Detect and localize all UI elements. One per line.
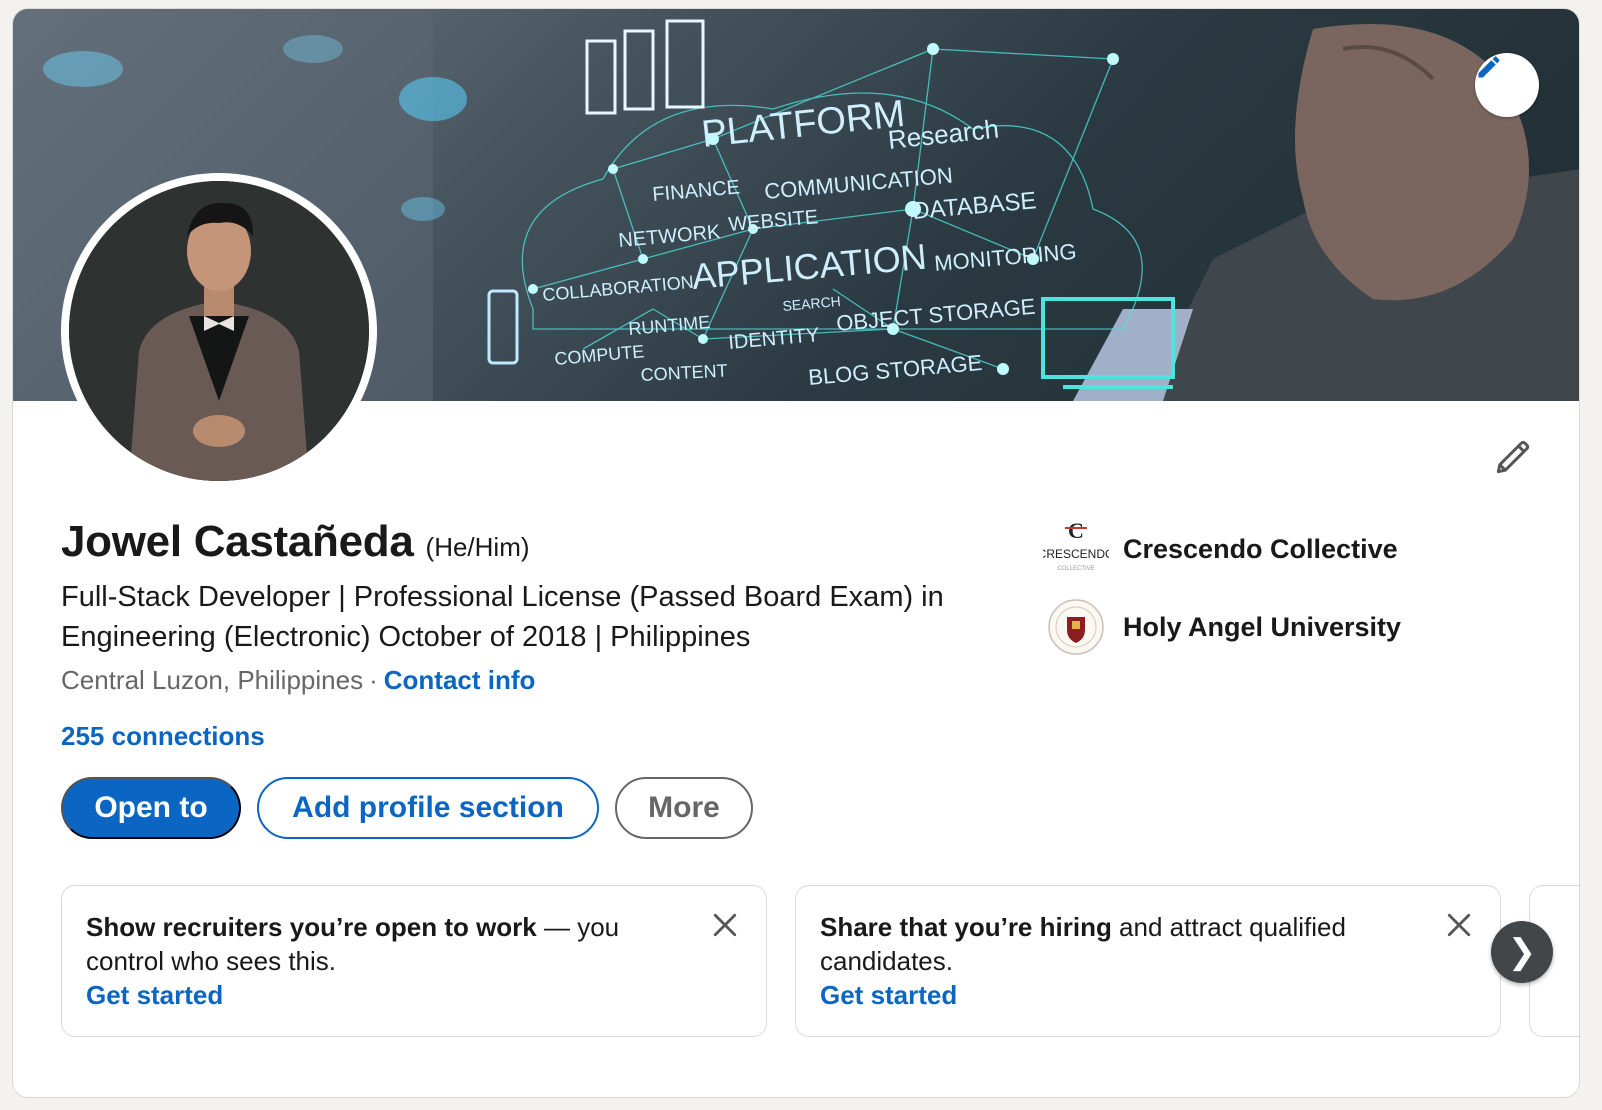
crescendo-logo-icon: C CRESCENDO COLLECTIVE [1043, 518, 1109, 572]
banner-word: APPLICATION [690, 236, 928, 297]
organizations-list: C CRESCENDO COLLECTIVE Crescendo Collect… [1043, 517, 1401, 673]
hiring-promo: Share that you’re hiring and attract qua… [795, 885, 1501, 1037]
banner-word: COMPUTE [554, 341, 645, 369]
org-name: Crescendo Collective [1123, 533, 1398, 564]
connections-link[interactable]: 255 connections [61, 721, 265, 752]
close-icon[interactable] [1446, 912, 1472, 938]
svg-text:COLLECTIVE: COLLECTIVE [1057, 566, 1094, 572]
holy-angel-seal [1043, 594, 1109, 660]
open-to-work-promo: Show recruiters you’re open to work — yo… [61, 885, 767, 1037]
banner-word: COLLABORATION [542, 272, 695, 305]
banner-word: NETWORK [618, 221, 722, 252]
org-item-holy-angel[interactable]: Holy Angel University [1043, 595, 1401, 659]
pronouns: (He/Him) [425, 532, 530, 562]
banner-word: PLATFORM [700, 93, 907, 156]
university-seal-icon [1048, 599, 1104, 655]
promo-text: Share that you’re hiring and attract qua… [820, 912, 1346, 976]
banner-word: DATABASE [911, 187, 1037, 225]
get-started-link[interactable]: Get started [86, 978, 696, 1012]
crescendo-logo: C CRESCENDO COLLECTIVE [1043, 516, 1109, 582]
get-started-link[interactable]: Get started [820, 978, 1430, 1012]
pencil-icon [1478, 56, 1500, 78]
more-button[interactable]: More [615, 777, 753, 839]
profile-card: PLATFORM Research FINANCE COMMUNICATION … [12, 8, 1580, 1098]
profile-headline: Full-Stack Developer | Professional Lice… [61, 581, 944, 653]
name-row: Jowel Castañeda (He/Him) [61, 517, 530, 567]
close-icon[interactable] [712, 912, 738, 938]
banner-word: MONITORING [933, 239, 1077, 276]
pencil-icon [1496, 440, 1530, 474]
org-item-crescendo[interactable]: C CRESCENDO COLLECTIVE Crescendo Collect… [1043, 517, 1401, 581]
avatar-image [69, 181, 369, 481]
profile-name: Jowel Castañeda [61, 517, 414, 566]
org-name: Holy Angel University [1123, 611, 1402, 642]
add-profile-section-button[interactable]: Add profile section [257, 777, 599, 839]
open-to-button[interactable]: Open to [61, 777, 241, 839]
profile-location: Central Luzon, Philippines [61, 665, 364, 695]
svg-text:CRESCENDO: CRESCENDO [1043, 547, 1109, 561]
banner-word: FINANCE [652, 176, 741, 206]
separator-dot: · [369, 665, 378, 695]
edit-banner-button[interactable] [1475, 53, 1539, 117]
edit-intro-button[interactable] [1491, 435, 1535, 479]
profile-photo[interactable] [61, 173, 377, 489]
svg-text:C: C [1068, 518, 1084, 543]
carousel-next-button[interactable]: ❯ [1491, 921, 1553, 983]
banner-word: SEARCH [782, 293, 842, 314]
promo-text: Show recruiters you’re open to work — yo… [86, 912, 620, 976]
banner-word: WEBSITE [728, 206, 820, 236]
banner-word: BLOG STORAGE [807, 350, 983, 390]
banner-word: CONTENT [640, 360, 728, 385]
location-row: Central Luzon, Philippines · Contact info [61, 665, 535, 696]
chevron-right-icon: ❯ [1507, 933, 1537, 971]
contact-info-link[interactable]: Contact info [384, 665, 536, 695]
